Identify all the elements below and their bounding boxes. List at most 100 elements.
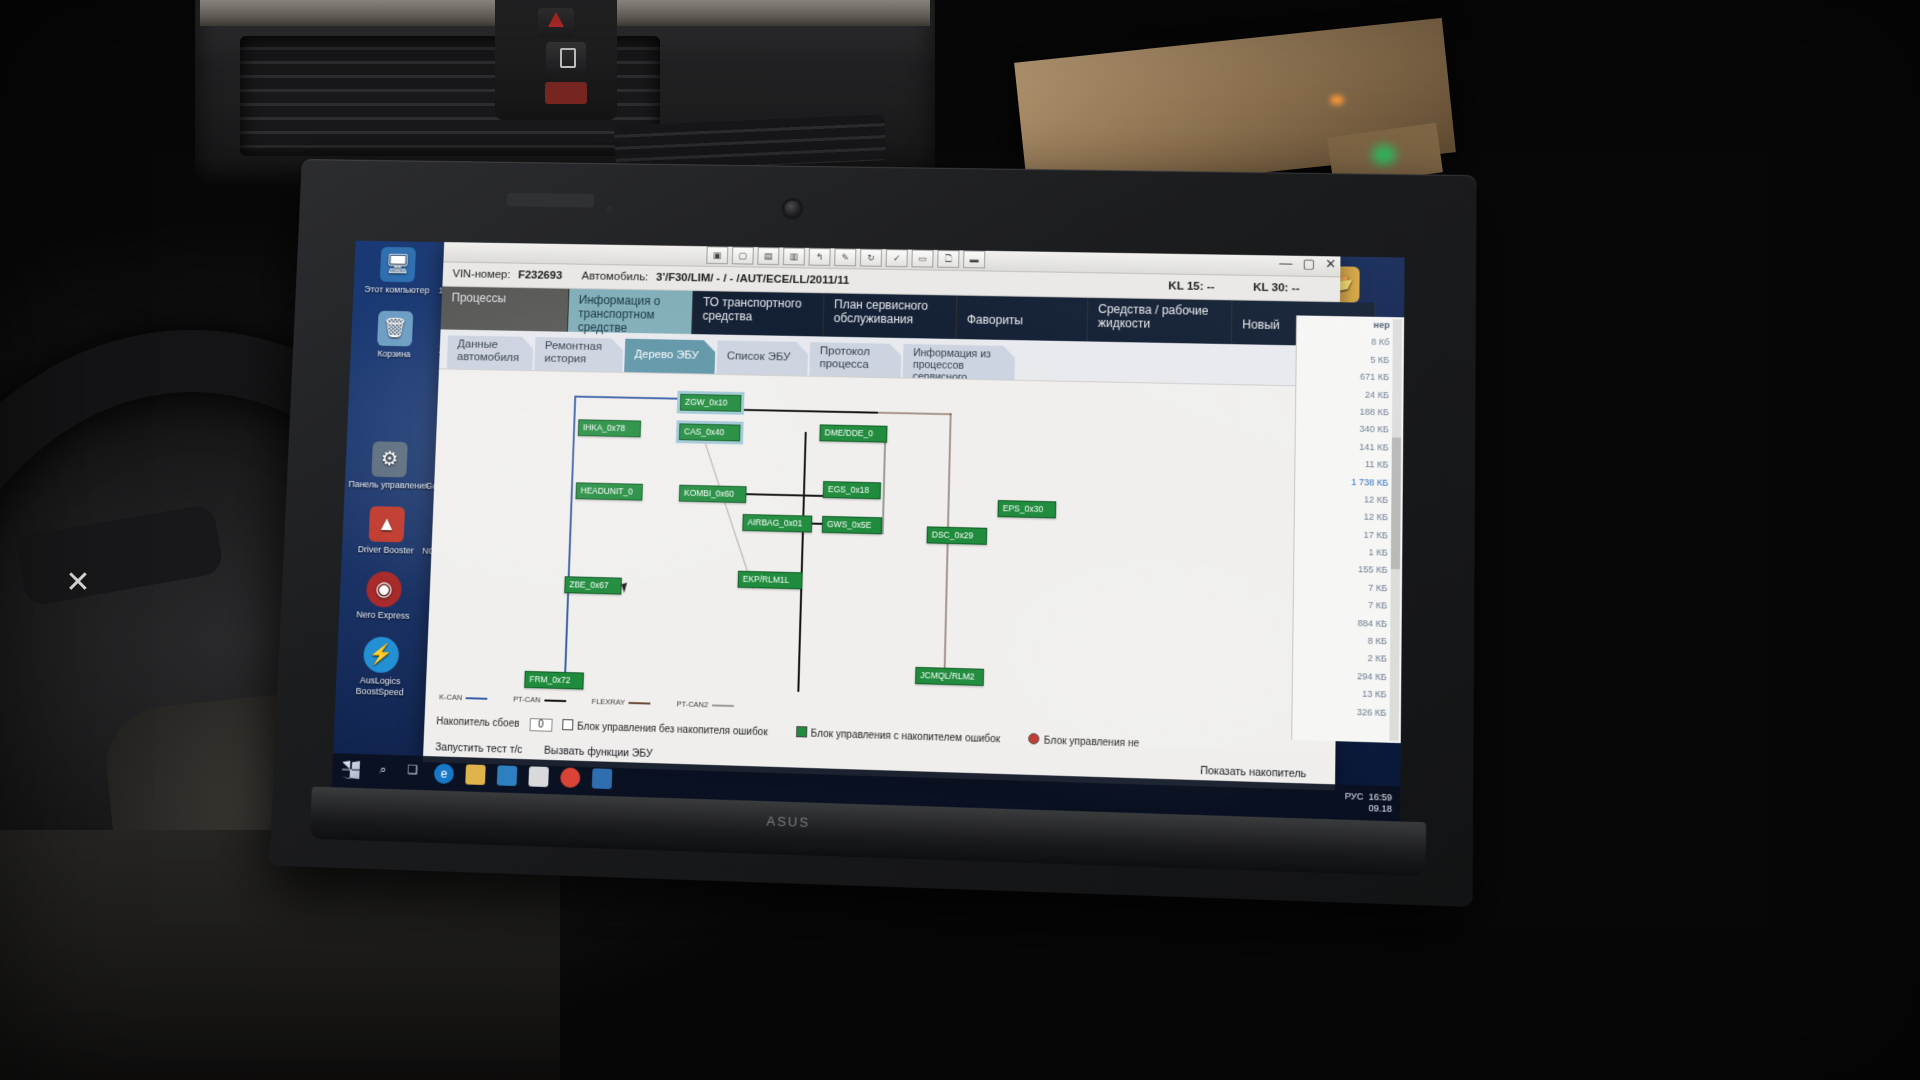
desktop-icon-label: Driver Booster bbox=[357, 544, 414, 556]
computer-icon: 🖥 bbox=[379, 246, 416, 283]
vin-label: VIN-номер: bbox=[452, 268, 511, 281]
laptop-screen: 🖥 Этот компьютер 📁 15-08-2018... 📁 05- 🗑… bbox=[331, 240, 1405, 822]
desktop-icon-label: Корзина bbox=[377, 348, 411, 360]
taskview-icon[interactable]: ❏ bbox=[402, 762, 422, 783]
ecu-node-dsc[interactable]: DSC_0x29 bbox=[926, 526, 988, 545]
store-icon[interactable] bbox=[496, 765, 518, 787]
kl15-value: -- bbox=[1206, 281, 1215, 294]
subtab-repair-history[interactable]: Ремонтная история bbox=[534, 337, 623, 372]
file-size-row: 24 КБ bbox=[1364, 389, 1390, 400]
maximize-icon[interactable]: ▢ bbox=[1303, 256, 1316, 272]
subtab-process-protocol[interactable]: Протокол процесса bbox=[809, 342, 901, 377]
bus-line-ptcan2-vertical bbox=[881, 433, 886, 534]
bus-line-ptcan-vertical bbox=[797, 431, 807, 692]
paste-icon[interactable]: ▥ bbox=[782, 247, 806, 266]
desktop-icon-label: Этот компьютер bbox=[364, 284, 430, 296]
ecu-node-cas[interactable]: CAS_0x40 bbox=[678, 423, 741, 442]
amber-light-reflection bbox=[1330, 95, 1344, 105]
ecu-node-jcmql-rlm2[interactable]: JCMQL/RLM2 bbox=[915, 666, 985, 686]
desktop-icon-label: AusLogics BoostSpeed bbox=[355, 675, 404, 698]
start-vehicle-test-button[interactable]: Запустить тест т/с bbox=[435, 741, 523, 756]
subtab-vehicle-data[interactable]: Данные автомобиля bbox=[447, 335, 534, 370]
file-size-row: 340 КБ bbox=[1359, 424, 1389, 435]
edit-icon[interactable]: ✎ bbox=[834, 248, 857, 267]
panel-icon[interactable]: ▬ bbox=[963, 250, 986, 269]
tab-favorites[interactable]: Фавориты bbox=[956, 295, 1089, 342]
save-icon[interactable]: ▢ bbox=[731, 246, 754, 265]
file-size-row: 326 КБ bbox=[1356, 706, 1387, 718]
document-icon[interactable]: 🗋 bbox=[937, 250, 960, 269]
call-ecu-functions-button[interactable]: Вызвать функции ЭБУ bbox=[544, 745, 653, 760]
ecu-node-zgw[interactable]: ZGW_0x10 bbox=[679, 393, 742, 412]
ecu-node-eps[interactable]: EPS_0x30 bbox=[997, 500, 1057, 519]
ecu-node-ihka[interactable]: IHKA_0x78 bbox=[577, 419, 642, 438]
ecu-node-zbe[interactable]: ZBE_0x67 bbox=[564, 576, 622, 595]
ecu-node-egs[interactable]: EGS_0x18 bbox=[822, 481, 882, 500]
print-icon[interactable]: ▣ bbox=[706, 246, 729, 265]
file-size-row: 188 КБ bbox=[1359, 406, 1390, 418]
bus-line-flexray-top bbox=[877, 411, 952, 415]
close-icon[interactable]: ✕ bbox=[1325, 256, 1336, 272]
lock-icon bbox=[560, 48, 576, 68]
subtab-ecu-list[interactable]: Список ЭБУ bbox=[716, 340, 808, 375]
vehicle-label: Автомобиль: bbox=[581, 270, 649, 284]
subtab-ecu-tree[interactable]: Дерево ЭБУ bbox=[624, 339, 715, 374]
tray-time[interactable]: 16:59 bbox=[1369, 792, 1392, 803]
legend-kcan: K-CAN bbox=[439, 692, 488, 702]
show-memory-button[interactable]: Показать накопитель bbox=[1200, 765, 1306, 781]
kl15-label: KL 15: bbox=[1168, 280, 1204, 293]
desktop-icon-label: Nero Express bbox=[356, 609, 410, 621]
ecu-node-ekp-rlm1l[interactable]: EKP/RLM1L bbox=[737, 570, 803, 590]
bus-line-ptcan-top bbox=[733, 408, 878, 414]
start-icon[interactable] bbox=[342, 760, 360, 779]
tab-fluids[interactable]: Средства / рабочие жидкости bbox=[1087, 297, 1233, 345]
file-size-header: нер bbox=[1373, 319, 1390, 331]
ecu-node-gws[interactable]: GWS_0x5E bbox=[821, 515, 883, 535]
fault-memory-count: 0 bbox=[529, 717, 553, 732]
fault-memory-label: Накопитель сбоев bbox=[436, 715, 520, 730]
laptop: ASUS 🖥 Этот компьютер 📁 15-08-2018... 📁 … bbox=[269, 159, 1477, 907]
file-size-row: 8 Кб bbox=[1371, 337, 1390, 348]
explorer-icon[interactable] bbox=[465, 764, 486, 786]
undo-icon[interactable]: ↰ bbox=[808, 247, 831, 266]
ecu-node-headunit[interactable]: HEADUNIT_0 bbox=[575, 482, 643, 501]
file-size-row: 5 КБ bbox=[1370, 354, 1390, 365]
file-size-panel[interactable]: нер 8 Кб 5 КБ 671 КБ 24 КБ 188 КБ 340 КБ… bbox=[1291, 315, 1405, 744]
search-icon[interactable]: ⌕ bbox=[373, 761, 393, 782]
ecu-node-frm[interactable]: FRM_0x72 bbox=[524, 670, 584, 690]
app-icon[interactable] bbox=[591, 768, 613, 790]
laptop-brand-label: ASUS bbox=[766, 813, 811, 831]
file-size-row: 671 КБ bbox=[1359, 371, 1390, 383]
green-light-reflection bbox=[1372, 145, 1396, 165]
tray-date[interactable]: 09.18 bbox=[1368, 803, 1391, 814]
refresh-icon[interactable]: ↻ bbox=[859, 248, 883, 267]
chrome-icon[interactable] bbox=[560, 767, 581, 789]
photo-scene: ✕ ASUS 🖥 Этот компьютер 🗑 Корзина ⚙ Пане… bbox=[0, 0, 1920, 1080]
edge-icon[interactable]: e bbox=[433, 763, 455, 785]
hazard-triangle-icon bbox=[548, 12, 564, 27]
ecu-node-kombi[interactable]: KOMBI_0x60 bbox=[678, 484, 747, 504]
tray-language[interactable]: РУС bbox=[1345, 791, 1364, 802]
ecu-node-airbag[interactable]: AIRBAG_0x01 bbox=[742, 513, 813, 533]
subtab-service-process-info[interactable]: Информация из процессов сервисного bbox=[903, 344, 1016, 380]
tab-service-plan[interactable]: План сервисного обслуживания bbox=[823, 293, 958, 340]
panel-scrollbar-thumb[interactable] bbox=[1390, 437, 1402, 570]
tab-processes[interactable]: Процессы bbox=[440, 286, 570, 332]
bezel-sensor-strip bbox=[506, 192, 595, 208]
copy-icon[interactable]: ▤ bbox=[757, 247, 780, 266]
window-icon[interactable]: ▭ bbox=[911, 249, 934, 268]
recycle-bin-icon: 🗑 bbox=[377, 310, 414, 347]
webcam-icon bbox=[784, 200, 801, 217]
gear-icon: ⚙ bbox=[371, 441, 408, 478]
tab-vehicle-service[interactable]: ТО транспортного средства bbox=[692, 290, 825, 337]
mail-icon[interactable] bbox=[528, 766, 549, 788]
kl30-value: -- bbox=[1291, 282, 1300, 295]
tab-vehicle-information[interactable]: Информация о транспортном средстве bbox=[567, 288, 694, 335]
check-icon[interactable]: ✓ bbox=[885, 249, 908, 268]
bus-line-kombi-egs bbox=[733, 492, 825, 497]
system-tray[interactable]: РУС 16:59 09.18 bbox=[1345, 791, 1392, 815]
ecu-node-dme-dde[interactable]: DME/DDE_0 bbox=[819, 424, 888, 443]
kl-status: KL 15: -- KL 30: -- bbox=[1168, 280, 1330, 295]
minimize-icon[interactable]: — bbox=[1279, 256, 1292, 272]
windows-desktop: 🖥 Этот компьютер 📁 15-08-2018... 📁 05- 🗑… bbox=[331, 240, 1405, 822]
